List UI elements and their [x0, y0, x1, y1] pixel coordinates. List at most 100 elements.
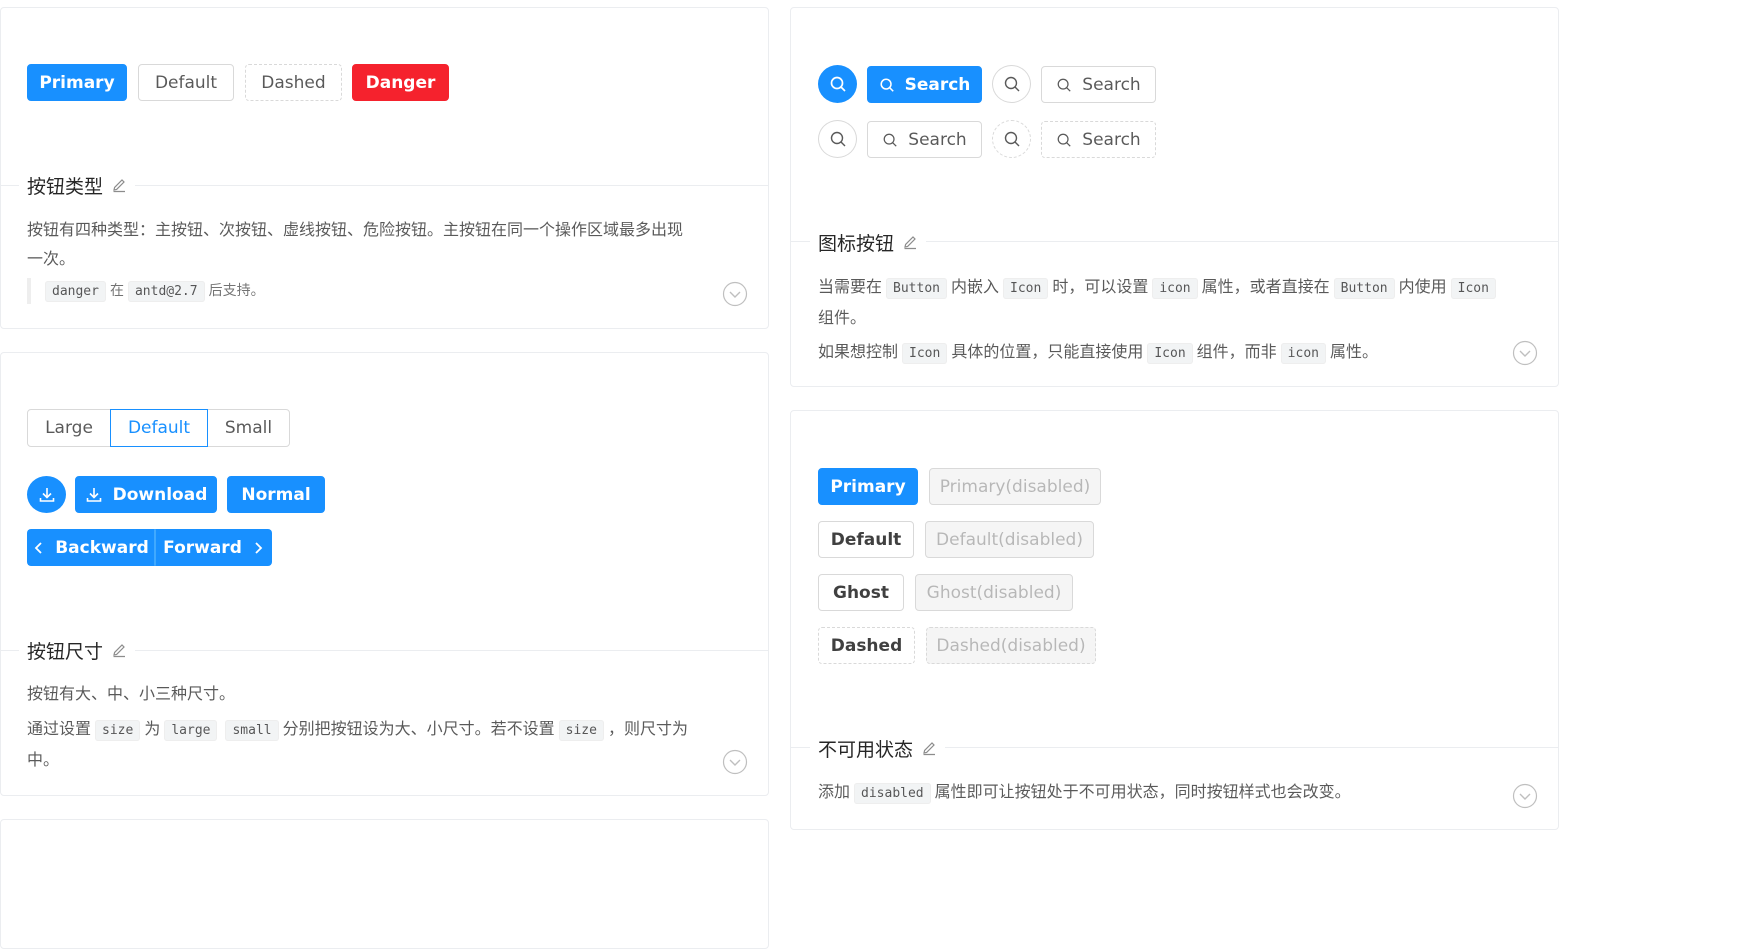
default-button[interactable]: Default — [138, 64, 234, 101]
description-text: 按钮有四种类型：主按钮、次按钮、虚线按钮、危险按钮。主按钮在同一个操作区域最多出… — [27, 220, 684, 268]
demo-description: 按钮有大、中、小三种尺寸。 通过设置 size 为 large small 分别把按钮设为… — [27, 679, 697, 774]
desc-text: 如果想控制 — [818, 342, 899, 361]
size-radio-small[interactable]: Small — [207, 409, 290, 447]
version-note: danger 在 antd@2.7 后支持。 — [27, 278, 265, 304]
description-text: 当需要在 Button 内嵌入 Icon 时，可以设置 icon 属性，或者直接在 Butto… — [818, 272, 1508, 332]
demo-description: 按钮有四种类型：主按钮、次按钮、虚线按钮、危险按钮。主按钮在同一个操作区域最多出… — [27, 215, 697, 273]
search-default-button[interactable]: Search — [867, 121, 982, 158]
search-circle-primary-button[interactable] — [818, 65, 857, 103]
desc-text: 内使用 — [1398, 277, 1447, 296]
code-icon: Icon — [1147, 343, 1193, 364]
expand-code-icon[interactable] — [722, 749, 748, 775]
danger-button[interactable]: Danger — [352, 64, 449, 101]
default-enabled-button[interactable]: Default — [818, 521, 914, 558]
edit-icon[interactable] — [921, 740, 937, 756]
desc-text: 为 — [144, 719, 161, 738]
code-disabled: disabled — [854, 783, 931, 804]
expand-code-icon[interactable] — [1512, 340, 1538, 366]
demo-card-next — [0, 819, 769, 949]
default-disabled-button: Default(disabled) — [925, 521, 1094, 558]
demo-card-button-sizes: Large Default Small Download Normal Back… — [0, 352, 769, 796]
demo-title-text: 按钮尺寸 — [27, 640, 104, 663]
search-icon — [880, 77, 894, 92]
dashed-enabled-button[interactable]: Dashed — [818, 627, 915, 664]
chevron-right-icon — [255, 541, 263, 554]
code-button: Button — [886, 278, 947, 299]
description-text-2: 通过设置 size 为 large small 分别把按钮设为大、小尺寸。若不设置 size… — [27, 714, 697, 774]
download-button-label: Download — [112, 484, 208, 505]
demo-card-icon-buttons: Search Search Search Search 图标按钮 当需要在 But… — [790, 7, 1559, 387]
demo-description: 当需要在 Button 内嵌入 Icon 时，可以设置 icon 属性，或者直接在 Butto… — [818, 272, 1508, 368]
download-icon — [86, 487, 101, 502]
search-dashed-button[interactable]: Search — [1041, 121, 1156, 158]
search-outline-button[interactable]: Search — [1041, 66, 1156, 103]
code-icon-prop: icon — [1152, 278, 1198, 299]
desc-text: 具体的位置，只能直接使用 — [951, 342, 1144, 361]
chevron-left-icon — [34, 541, 42, 554]
note-text-1: 在 — [109, 283, 124, 299]
ghost-enabled-button[interactable]: Ghost — [818, 574, 904, 611]
normal-button[interactable]: Normal — [227, 476, 325, 513]
code-size: size — [558, 720, 604, 741]
demo-title-text: 不可用状态 — [818, 738, 914, 761]
desc-text: 属性，或者直接在 — [1201, 277, 1330, 296]
code-icon: Icon — [1450, 278, 1496, 299]
expand-code-icon[interactable] — [1512, 783, 1538, 809]
dashed-disabled-button: Dashed(disabled) — [926, 627, 1096, 664]
description-text-2: 如果想控制 Icon 具体的位置，只能直接使用 Icon 组件，而非 icon 属性。 — [818, 337, 1508, 368]
demo-title: 按钮类型 — [19, 172, 136, 198]
desc-text: 组件。 — [818, 308, 867, 327]
download-icon — [39, 487, 54, 502]
primary-enabled-button[interactable]: Primary — [818, 468, 918, 505]
demo-description: 添加 disabled 属性即可让按钮处于不可用状态，同时按钮样式也会改变。 — [818, 777, 1508, 808]
desc-text: 内嵌入 — [950, 277, 999, 296]
search-circle-default-button[interactable] — [818, 120, 857, 158]
demo-title-text: 按钮类型 — [27, 175, 104, 198]
forward-button[interactable]: Forward — [155, 529, 272, 566]
search-icon — [830, 131, 845, 147]
desc-text: 当需要在 — [818, 277, 883, 296]
expand-code-icon[interactable] — [722, 281, 748, 307]
code-icon-prop: icon — [1280, 343, 1326, 364]
code-danger: danger — [45, 281, 106, 302]
search-icon — [1057, 78, 1071, 92]
search-button-label: Search — [904, 74, 971, 95]
search-primary-button[interactable]: Search — [867, 66, 982, 103]
search-button-label: Search — [1082, 74, 1141, 95]
demo-title-text: 图标按钮 — [818, 232, 895, 255]
size-radio-default[interactable]: Default — [110, 409, 208, 447]
backward-forward-group: Backward Forward — [27, 529, 272, 566]
desc-text: 属性即可让按钮处于不可用状态，同时按钮样式也会改变。 — [934, 782, 1351, 801]
edit-icon[interactable] — [902, 234, 918, 250]
search-icon — [883, 133, 897, 147]
desc-text: 添加 — [818, 782, 851, 801]
download-circle-button[interactable] — [27, 476, 66, 513]
ghost-disabled-button: Ghost(disabled) — [915, 574, 1073, 611]
edit-icon[interactable] — [111, 177, 127, 193]
demo-card-disabled: Primary Primary(disabled) Default Defaul… — [790, 410, 1559, 830]
search-circle-dashed-button[interactable] — [992, 120, 1031, 158]
primary-button[interactable]: Primary — [27, 64, 127, 101]
search-icon — [1004, 76, 1019, 92]
primary-disabled-button: Primary(disabled) — [929, 468, 1101, 505]
size-radio-large[interactable]: Large — [27, 409, 111, 447]
download-button[interactable]: Download — [75, 476, 217, 513]
dashed-button[interactable]: Dashed — [245, 64, 342, 101]
demo-title: 图标按钮 — [810, 229, 927, 255]
desc-text: 分别把按钮设为大、小尺寸。若不设置 — [282, 719, 555, 738]
desc-text: 组件，而非 — [1196, 342, 1277, 361]
code-icon: Icon — [1003, 278, 1049, 299]
backward-button[interactable]: Backward — [27, 529, 155, 566]
search-button-label: Search — [908, 129, 967, 150]
edit-icon[interactable] — [111, 642, 127, 658]
code-large: large — [164, 720, 218, 741]
demo-title: 不可用状态 — [810, 735, 946, 761]
description-text: 添加 disabled 属性即可让按钮处于不可用状态，同时按钮样式也会改变。 — [818, 777, 1508, 808]
search-button-label: Search — [1082, 129, 1141, 150]
code-small: small — [225, 720, 279, 741]
search-icon — [1004, 131, 1019, 147]
description-text: 按钮有大、中、小三种尺寸。 — [27, 684, 236, 703]
search-icon — [830, 76, 846, 92]
desc-text: 属性。 — [1329, 342, 1378, 361]
search-circle-outline-button[interactable] — [992, 65, 1031, 103]
